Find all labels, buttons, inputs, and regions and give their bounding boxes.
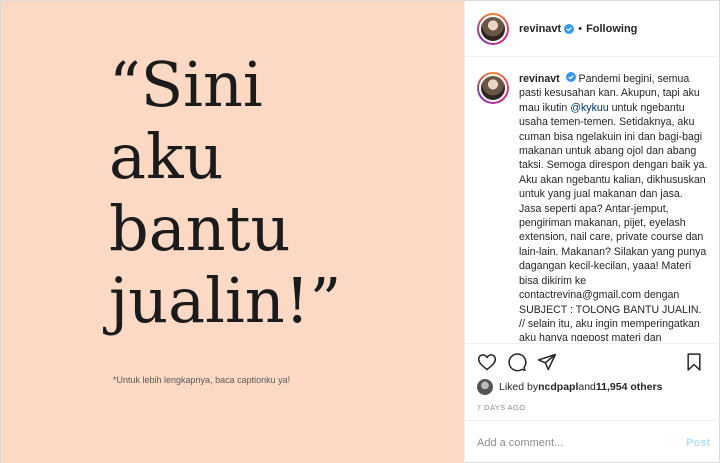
post-timestamp[interactable]: 7 DAYS AGO	[477, 403, 525, 412]
quote-line: aku	[109, 120, 224, 193]
caption-username[interactable]: revinavt	[519, 73, 560, 85]
caption-mention-link[interactable]: @kykuu	[570, 102, 608, 114]
caption-area: revinavt Pandemi begini, semua pasti kes…	[465, 58, 720, 341]
heart-icon[interactable]	[475, 350, 499, 374]
likes-prefix: Liked by	[499, 381, 539, 393]
header-separator: •	[578, 22, 583, 35]
post-image[interactable]: “Sini aku bantu jualin!” *Untuk lebih le…	[1, 1, 464, 463]
likes-summary: Liked by ncdpapl and 11,954 others	[477, 377, 662, 397]
caption-avatar[interactable]	[477, 72, 509, 104]
instagram-post: “Sini aku bantu jualin!” *Untuk lebih le…	[0, 0, 720, 463]
following-button[interactable]: Following	[586, 23, 637, 35]
quote-text: “Sini aku bantu jualin!”	[109, 49, 439, 337]
bookmark-icon[interactable]	[682, 350, 706, 374]
quote-line: jualin!”	[109, 264, 342, 337]
likes-middle: and	[578, 381, 596, 393]
caption-text: revinavt Pandemi begini, semua pasti kes…	[519, 72, 708, 341]
profile-avatar[interactable]	[477, 12, 509, 45]
image-footnote: *Untuk lebih lengkapnya, baca captionku …	[113, 375, 291, 385]
paper-plane-icon[interactable]	[535, 350, 559, 374]
comment-input[interactable]	[477, 436, 687, 449]
comment-form: Post	[465, 420, 720, 463]
quote-line: “Sini	[109, 48, 263, 121]
action-bar	[465, 343, 720, 379]
caption-text-part: untuk ngebantu usaha temen-temen. Setida…	[519, 101, 708, 341]
liker-username[interactable]: ncdpapl	[538, 381, 578, 393]
post-comment-button[interactable]: Post	[686, 437, 710, 449]
comment-bubble-icon[interactable]	[505, 350, 529, 374]
verified-badge-icon	[564, 23, 575, 34]
likes-count[interactable]: 11,954 others	[596, 381, 663, 393]
post-sidebar: revinavt • Following revinavt Pandemi be…	[464, 1, 720, 463]
quote-line: bantu	[109, 192, 291, 265]
verified-badge-icon	[565, 72, 576, 82]
liker-avatar[interactable]	[477, 379, 493, 395]
header-username[interactable]: revinavt	[519, 23, 561, 35]
post-header: revinavt • Following	[465, 1, 720, 57]
